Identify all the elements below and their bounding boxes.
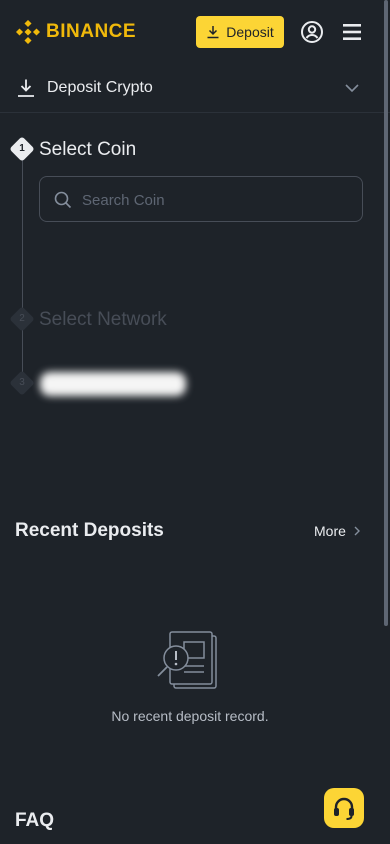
deposit-crypto-dropdown[interactable]: Deposit Crypto xyxy=(0,64,390,113)
recent-deposits-title: Recent Deposits xyxy=(15,520,164,541)
menu-icon[interactable] xyxy=(340,20,364,44)
step-1-title: Select Coin xyxy=(39,139,137,160)
more-label: More xyxy=(314,523,346,539)
deposit-button-label: Deposit xyxy=(226,24,274,40)
deposit-crypto-title: Deposit Crypto xyxy=(47,79,153,96)
empty-state-text: No recent deposit record. xyxy=(111,708,269,724)
search-icon xyxy=(54,191,72,209)
user-icon[interactable] xyxy=(300,20,324,44)
top-bar: BINANCE Deposit xyxy=(0,0,390,64)
step-2-number: 2 xyxy=(19,313,25,324)
step-2-title: Select Network xyxy=(39,309,167,330)
download-icon xyxy=(207,26,219,39)
deposit-button[interactable]: Deposit xyxy=(196,16,284,48)
headset-icon xyxy=(334,797,354,820)
binance-logo[interactable]: BINANCE xyxy=(16,20,136,44)
stepper-line xyxy=(22,152,23,384)
brand-name: BINANCE xyxy=(46,21,137,42)
step-1-number: 1 xyxy=(19,143,25,154)
faq-title: FAQ xyxy=(15,810,55,831)
support-chat-button[interactable] xyxy=(324,788,364,828)
search-coin-input[interactable] xyxy=(80,177,354,223)
download-icon xyxy=(18,79,34,97)
more-link[interactable]: More xyxy=(314,523,362,539)
chevron-down-icon xyxy=(345,84,359,93)
search-coin-field[interactable] xyxy=(39,176,363,223)
step-3-title-blurred xyxy=(40,372,186,396)
empty-record-icon xyxy=(157,631,217,689)
step-3-number: 3 xyxy=(19,377,25,388)
binance-logo-icon xyxy=(16,20,40,44)
chevron-right-icon xyxy=(354,526,360,536)
scrollbar[interactable] xyxy=(384,0,388,626)
